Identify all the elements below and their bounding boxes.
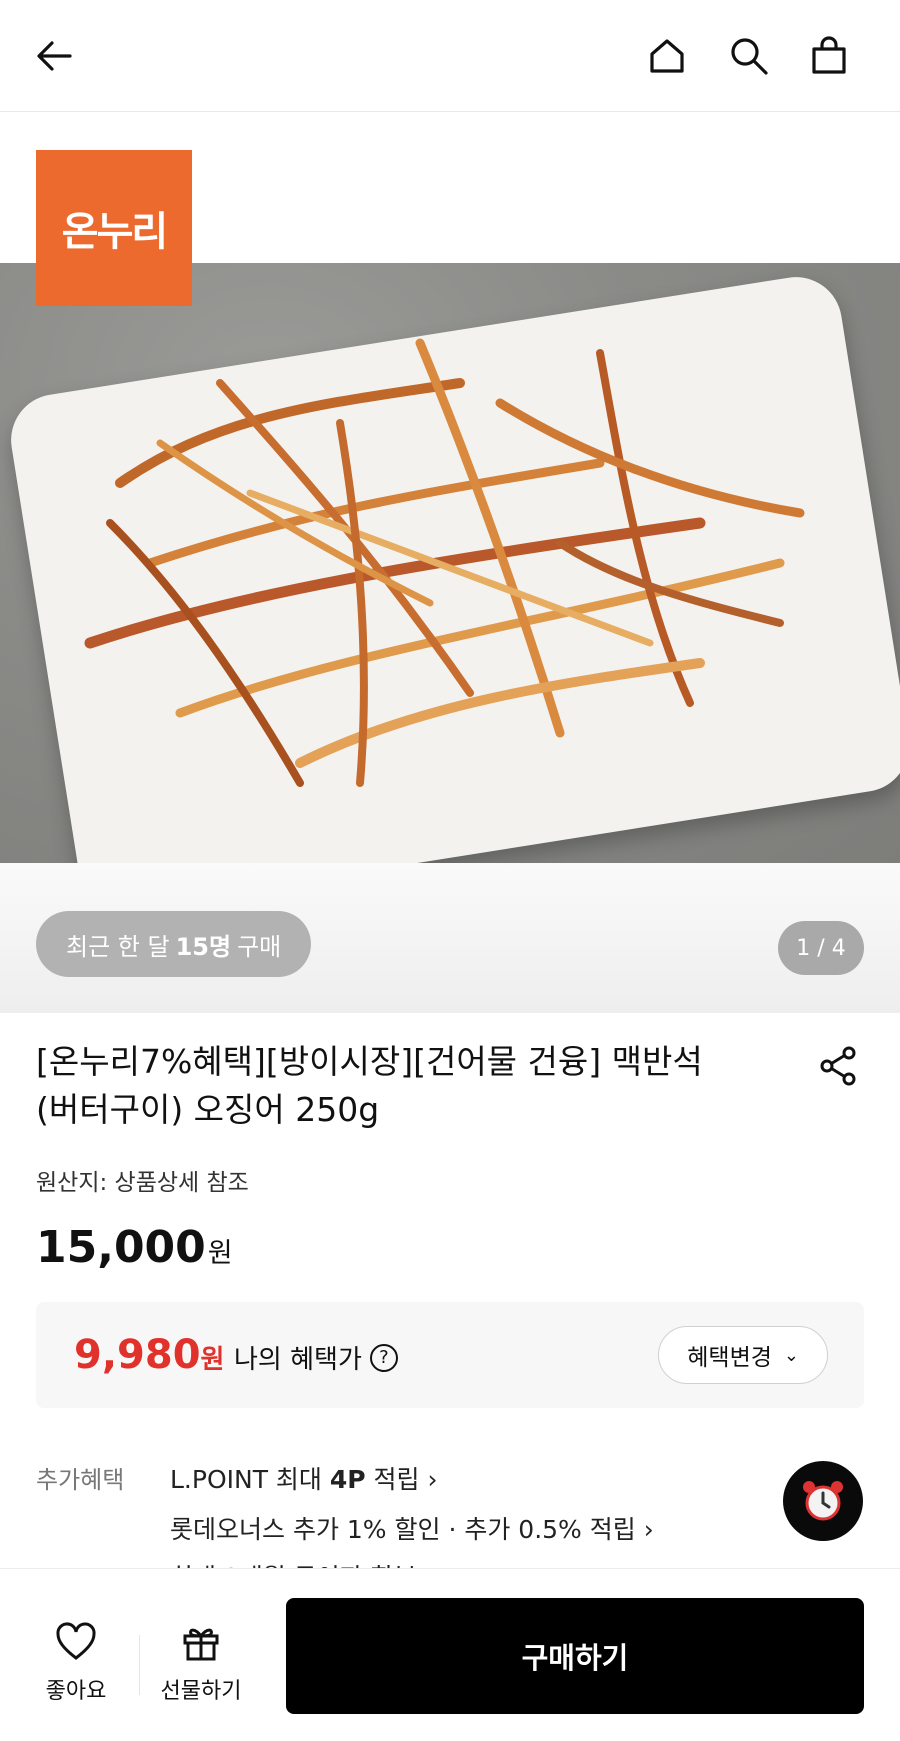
top-header [0,0,900,112]
product-image-gallery[interactable]: 온누리 최근 한 달 15명 구매 1 / 4 [0,113,900,1013]
benefit-label: 나의 혜택가 ? [234,1339,398,1376]
lpoint-points: 4P [329,1465,366,1494]
recent-buyers-badge: 최근 한 달 15명 구매 [36,911,312,977]
shopping-bag-icon [812,36,846,74]
product-title-line2: (버터구이) 오징어 250g [36,1090,380,1129]
benefit-label-text: 나의 혜택가 [234,1345,362,1375]
buy-button[interactable]: 구매하기 [286,1598,864,1714]
gift-icon [183,1628,219,1661]
lotte-owners-benefit-link[interactable]: 롯데오너스 추가 1% 할인 · 추가 0.5% 적립 › [170,1510,654,1546]
lpoint-benefit-link[interactable]: L.POINT 최대 4P 적립 › [170,1460,438,1496]
back-button[interactable] [26,28,82,84]
change-benefit-button[interactable]: 혜택변경 ⌄ [658,1326,828,1384]
gift-label: 선물하기 [160,1679,242,1704]
search-icon [731,38,768,75]
home-icon [650,39,684,73]
origin-info: 원산지: 상품상세 참조 [36,1170,249,1196]
brand-logo-text: 온누리 [61,209,168,255]
chevron-down-icon: ⌄ [783,1344,799,1366]
cart-button[interactable] [801,28,857,84]
benefit-price-box: 9,980원 나의 혜택가 ? 혜택변경 ⌄ [36,1302,864,1408]
question-circle-icon[interactable]: ? [369,1343,398,1372]
price-value: 15,000 [36,1222,206,1273]
buyers-suffix: 구매 [237,932,282,961]
buyers-count: 15명 [175,932,232,961]
like-button[interactable]: 좋아요 [26,1619,126,1705]
bottom-action-bar: 좋아요 선물하기 구매하기 [0,1568,900,1741]
buyers-prefix: 최근 한 달 [66,932,170,961]
benefit-price-unit: 원 [200,1345,225,1375]
gift-button[interactable]: 선물하기 [151,1619,251,1705]
product-price: 15,000원 [36,1222,233,1273]
lpoint-prefix: L.POINT 최대 [170,1465,322,1494]
benefit-price-value: 9,980 [74,1332,201,1378]
arrow-left-icon [37,41,72,71]
price-unit: 원 [207,1238,233,1269]
lpoint-suffix: 적립 › [373,1465,438,1494]
product-photo [0,263,900,863]
share-icon [820,1046,856,1086]
squid-strips-image [84,338,805,787]
like-label: 좋아요 [45,1679,107,1704]
heart-icon [56,1622,96,1660]
search-button[interactable] [721,28,777,84]
brand-logo: 온누리 [36,150,192,306]
change-benefit-label: 혜택변경 [687,1345,772,1371]
share-button[interactable] [816,1044,864,1092]
image-counter: 1 / 4 [778,921,864,975]
home-button[interactable] [639,28,695,84]
product-title: [온누리7%혜택][방이시장][건어물 건융] 맥반석 (버터구이) 오징어 2… [36,1038,776,1134]
product-page: 온누리 최근 한 달 15명 구매 1 / 4 [온누리7%혜택][방이시장][… [0,0,900,1741]
alarm-button[interactable] [783,1461,863,1541]
bottom-divider [139,1635,140,1695]
product-title-line1: [온누리7%혜택][방이시장][건어물 건융] 맥반석 [36,1042,703,1081]
benefit-price: 9,980원 [74,1332,224,1378]
extra-benefits-label: 추가혜택 [36,1466,125,1494]
alarm-clock-icon [803,1481,843,1521]
